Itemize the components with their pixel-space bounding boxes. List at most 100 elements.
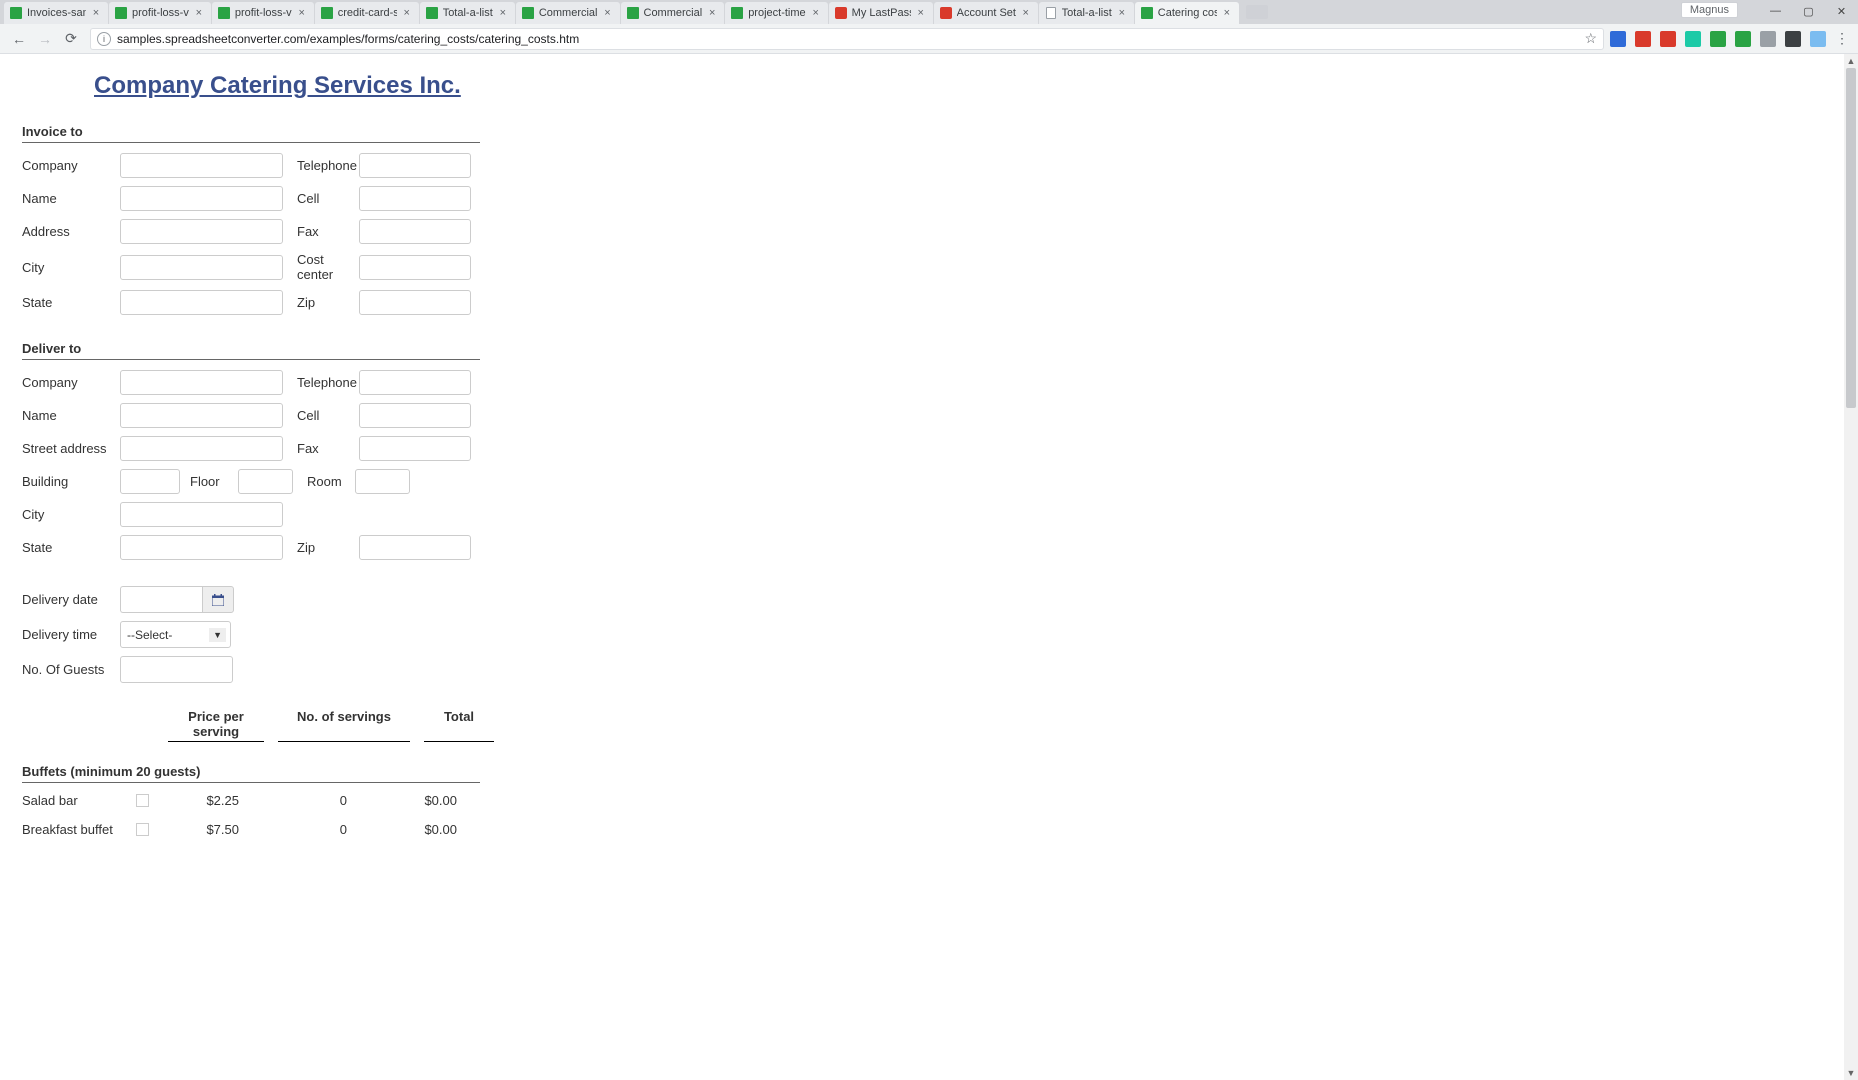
cell-input[interactable] [359, 186, 471, 211]
deliver-cell-input[interactable] [359, 403, 471, 428]
tab-close-button[interactable]: × [915, 7, 927, 19]
site-info-icon[interactable]: i [97, 32, 111, 46]
deliver-to-section: Deliver to Company Telephone Name Cell S… [22, 341, 1858, 560]
nav-forward-button[interactable]: → [32, 27, 58, 51]
tab-close-button[interactable]: × [90, 7, 102, 19]
item-checkbox[interactable] [136, 823, 149, 836]
tab-close-button[interactable]: × [296, 7, 308, 19]
browser-tab[interactable]: Commercial × [516, 2, 620, 24]
tab-favicon [1141, 7, 1153, 19]
cost-center-input[interactable] [359, 255, 471, 280]
tab-favicon [1045, 7, 1057, 19]
item-checkbox[interactable] [136, 794, 149, 807]
extension-icon[interactable] [1760, 31, 1776, 47]
extension-icon[interactable] [1635, 31, 1651, 47]
zip-input[interactable] [359, 290, 471, 315]
tab-title: Total-a-list [1062, 7, 1112, 19]
company-input[interactable] [120, 153, 283, 178]
tab-close-button[interactable]: × [497, 7, 509, 19]
browser-tab[interactable]: My LastPass× [829, 2, 933, 24]
window-maximize-button[interactable]: ▢ [1792, 0, 1825, 22]
fax-input[interactable] [359, 219, 471, 244]
item-total: $0.00 [391, 822, 471, 837]
deliver-state-input[interactable] [120, 535, 283, 560]
nav-reload-button[interactable]: ⟳ [58, 27, 84, 51]
delivery-date-input[interactable] [120, 586, 202, 613]
browser-tab[interactable]: Commercial× [621, 2, 725, 24]
name-input[interactable] [120, 186, 283, 211]
scroll-up-arrow[interactable]: ▲ [1847, 54, 1856, 68]
extension-icon[interactable] [1785, 31, 1801, 47]
room-input[interactable] [355, 469, 410, 494]
items-table-header: Price per serving No. of servings Total [22, 709, 1858, 742]
deliver-zip-input[interactable] [359, 535, 471, 560]
calendar-icon [212, 594, 224, 606]
tab-close-button[interactable]: × [1221, 7, 1233, 19]
nav-back-button[interactable]: ← [6, 27, 32, 51]
address-input[interactable] [120, 219, 283, 244]
new-tab-button[interactable] [1246, 5, 1268, 19]
tab-close-button[interactable]: × [706, 7, 718, 19]
browser-menu-button[interactable]: ⋮ [1832, 30, 1852, 47]
delivery-time-select[interactable]: --Select- ▼ [120, 621, 231, 648]
deliver-name-input[interactable] [120, 403, 283, 428]
page-scrollbar[interactable]: ▲ ▼ [1844, 54, 1858, 1080]
scroll-thumb[interactable] [1846, 68, 1856, 408]
extension-icon[interactable] [1685, 31, 1701, 47]
browser-tab[interactable]: Catering cos× [1135, 2, 1239, 24]
telephone-input[interactable] [359, 153, 471, 178]
deliver-telephone-input[interactable] [359, 370, 471, 395]
tab-favicon [426, 7, 438, 19]
browser-tab[interactable]: project-time× [725, 2, 827, 24]
deliver-company-input[interactable] [120, 370, 283, 395]
scroll-down-arrow[interactable]: ▼ [1847, 1066, 1856, 1080]
extension-icon[interactable] [1810, 31, 1826, 47]
tab-close-button[interactable]: × [602, 7, 614, 19]
bookmark-star-icon[interactable]: ☆ [1578, 30, 1597, 47]
street-address-label: Street address [22, 441, 120, 456]
extension-icon[interactable] [1660, 31, 1676, 47]
state-input[interactable] [120, 290, 283, 315]
city-input[interactable] [120, 255, 283, 280]
extension-icon[interactable] [1735, 31, 1751, 47]
no-of-guests-label: No. Of Guests [22, 662, 120, 677]
address-input[interactable] [117, 32, 1578, 46]
building-input[interactable] [120, 469, 180, 494]
tab-title: profit-loss-v [132, 7, 189, 19]
tab-close-button[interactable]: × [401, 7, 413, 19]
deliver-city-input[interactable] [120, 502, 283, 527]
telephone-label: Telephone [297, 158, 359, 173]
browser-tab[interactable]: Invoices-sam× [4, 2, 108, 24]
tab-close-button[interactable]: × [193, 7, 205, 19]
extension-icon[interactable] [1610, 31, 1626, 47]
window-minimize-button[interactable]: — [1759, 0, 1792, 22]
cost-center-label: Cost center [297, 252, 359, 282]
total-header: Total [424, 709, 494, 742]
calendar-button[interactable] [202, 586, 234, 613]
deliver-fax-label: Fax [297, 441, 359, 456]
browser-user-badge[interactable]: Magnus [1681, 2, 1738, 18]
browser-tab[interactable]: Account Set× [934, 2, 1038, 24]
item-name: Breakfast buffet [22, 822, 136, 837]
invoice-to-section: Invoice to Company Telephone Name Cell A… [22, 124, 1858, 315]
tab-title: Commercial [644, 7, 703, 19]
window-close-button[interactable]: ✕ [1825, 0, 1858, 22]
building-label: Building [22, 474, 120, 489]
extension-icon[interactable] [1710, 31, 1726, 47]
window-controls: — ▢ ✕ [1759, 0, 1858, 22]
name-label: Name [22, 191, 120, 206]
tab-title: Commercial [539, 7, 598, 19]
tab-close-button[interactable]: × [1020, 7, 1032, 19]
browser-tab[interactable]: credit-card-s× [315, 2, 419, 24]
floor-input[interactable] [238, 469, 293, 494]
no-of-guests-input[interactable] [120, 656, 233, 683]
tab-close-button[interactable]: × [1116, 7, 1128, 19]
browser-tab[interactable]: Total-a-list × [1039, 2, 1134, 24]
deliver-fax-input[interactable] [359, 436, 471, 461]
street-address-input[interactable] [120, 436, 283, 461]
browser-tab[interactable]: Total-a-list× [420, 2, 515, 24]
tab-close-button[interactable]: × [810, 7, 822, 19]
browser-tab[interactable]: profit-loss-v × [109, 2, 211, 24]
browser-tab[interactable]: profit-loss-v× [212, 2, 314, 24]
fax-label: Fax [297, 224, 359, 239]
